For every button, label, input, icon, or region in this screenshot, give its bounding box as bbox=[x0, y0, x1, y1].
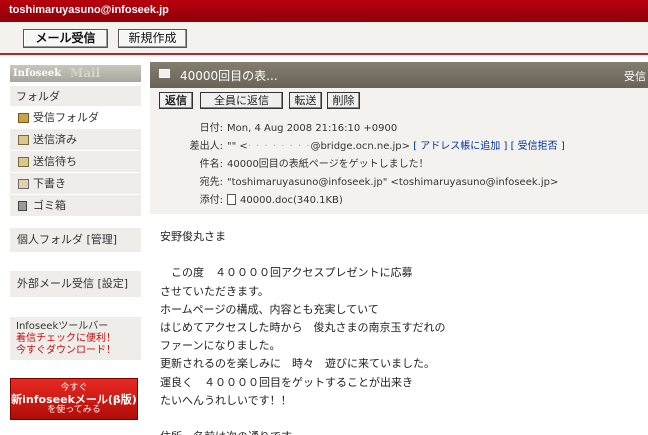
compose-button[interactable]: 新規作成 bbox=[118, 29, 187, 48]
sidebar-item-sent[interactable]: 送信済み bbox=[10, 129, 141, 151]
personal-folders-link[interactable]: 個人フォルダ [管理] bbox=[10, 228, 141, 252]
header-date: 日付: Mon, 4 Aug 2008 21:16:10 +0900 bbox=[199, 123, 398, 134]
body-line bbox=[160, 410, 640, 428]
envelope-icon bbox=[159, 69, 170, 78]
reply-button[interactable]: 返信 bbox=[159, 92, 193, 109]
block-sender-link[interactable]: [ 受信拒否 ] bbox=[511, 141, 565, 152]
body-line: 住所 名前は次の通りです。 bbox=[160, 428, 640, 435]
attachment-link[interactable]: 40000.doc(340.1KB) bbox=[240, 195, 343, 206]
body-line: はじめてアクセスした時から 俊丸さまの南京玉すだれの bbox=[160, 321, 446, 335]
sidebar-item-outbox[interactable]: 送信待ち bbox=[10, 151, 141, 173]
message-title-bar: 40000回目の表... 受信 bbox=[150, 62, 648, 88]
header-from: 差出人: "" <· · · · · · · ·@bridge.ocn.ne.j… bbox=[189, 141, 565, 152]
outbox-icon bbox=[18, 157, 29, 167]
sent-icon bbox=[18, 135, 29, 145]
toolbar-promo[interactable]: Infoseekツールバー 着信チェックに便利！ 今すぐダウンロード！ bbox=[10, 317, 141, 360]
message-headers: 日付: Mon, 4 Aug 2008 21:16:10 +0900 差出人: … bbox=[150, 112, 648, 214]
body-line: 安野俊丸さま bbox=[160, 230, 226, 243]
delete-button[interactable]: 削除 bbox=[327, 92, 360, 109]
sidebar: Infoseek Mail フォルダ 受信フォルダ 送信済み 送信待ち 下書き … bbox=[0, 57, 146, 435]
main-toolbar: メール受信 新規作成 bbox=[0, 22, 648, 55]
folder-nav: フォルダ 受信フォルダ 送信済み 送信待ち 下書き ゴミ箱 bbox=[10, 86, 141, 217]
message-title: 40000回目の表... bbox=[180, 69, 278, 83]
body-line: ファーンになりました。 bbox=[160, 339, 281, 353]
sidebar-item-drafts[interactable]: 下書き bbox=[10, 173, 141, 195]
header-attachment: 添付: 40000.doc(340.1KB) bbox=[199, 194, 343, 206]
body-line: させていただきます。 bbox=[160, 284, 269, 298]
body-line: この度 ４００００回アクセスプレゼントに応募 bbox=[160, 266, 413, 280]
document-icon bbox=[227, 194, 236, 205]
sidebar-item-inbox[interactable]: 受信フォルダ bbox=[10, 107, 141, 129]
message-actions: 返信 全員に返信 転送 削除 bbox=[150, 88, 648, 112]
folders-heading: フォルダ bbox=[10, 86, 141, 107]
body-line: ホームページの構成、内容とも充実していて bbox=[160, 302, 379, 316]
trash-icon bbox=[18, 201, 27, 211]
inbox-icon bbox=[18, 113, 29, 123]
brand-logo: Infoseek Mail bbox=[10, 65, 141, 82]
sidebar-item-label: 下書き bbox=[33, 177, 66, 190]
account-email: toshimaruyasuno@infoseek.jp bbox=[9, 4, 169, 16]
header-to: 宛先: "toshimaruyasuno@infoseek.jp" <toshi… bbox=[199, 177, 559, 188]
add-to-addressbook-link[interactable]: [ アドレス帳に追加 ] bbox=[413, 141, 507, 152]
reply-all-button[interactable]: 全員に返信 bbox=[200, 92, 283, 109]
body-line bbox=[160, 246, 640, 264]
forward-button[interactable]: 転送 bbox=[289, 92, 322, 109]
receive-mail-button[interactable]: メール受信 bbox=[23, 29, 108, 48]
header-subject: 件名: 40000回目の表紙ページをゲットしました！ bbox=[199, 159, 429, 170]
top-header: toshimaruyasuno@infoseek.jp bbox=[0, 0, 648, 22]
folder-indicator: 受信 bbox=[624, 70, 646, 83]
message-body: 安野俊丸さま この度 ４００００回アクセスプレゼントに応募 させていただきます。ホ… bbox=[160, 228, 640, 435]
external-mail-link[interactable]: 外部メール受信 [設定] bbox=[10, 271, 141, 297]
sidebar-item-label: 受信フォルダ bbox=[33, 111, 99, 124]
body-line: 運良く ４００００回目をゲットすることが出来き bbox=[160, 375, 413, 389]
sidebar-item-label: 送信済み bbox=[33, 133, 77, 146]
sidebar-item-label: 送信待ち bbox=[33, 155, 77, 168]
draft-icon bbox=[18, 179, 29, 189]
sidebar-item-label: ゴミ箱 bbox=[33, 199, 66, 212]
sidebar-item-trash[interactable]: ゴミ箱 bbox=[10, 195, 141, 217]
body-line: たいへんうれしいです！！ bbox=[160, 393, 292, 407]
body-line: 更新されるのを楽しみに 時々 遊びに来ていました。 bbox=[160, 357, 435, 371]
try-beta-banner[interactable]: 今すぐ 新infoseekメール(β版) を使ってみる bbox=[10, 378, 138, 420]
